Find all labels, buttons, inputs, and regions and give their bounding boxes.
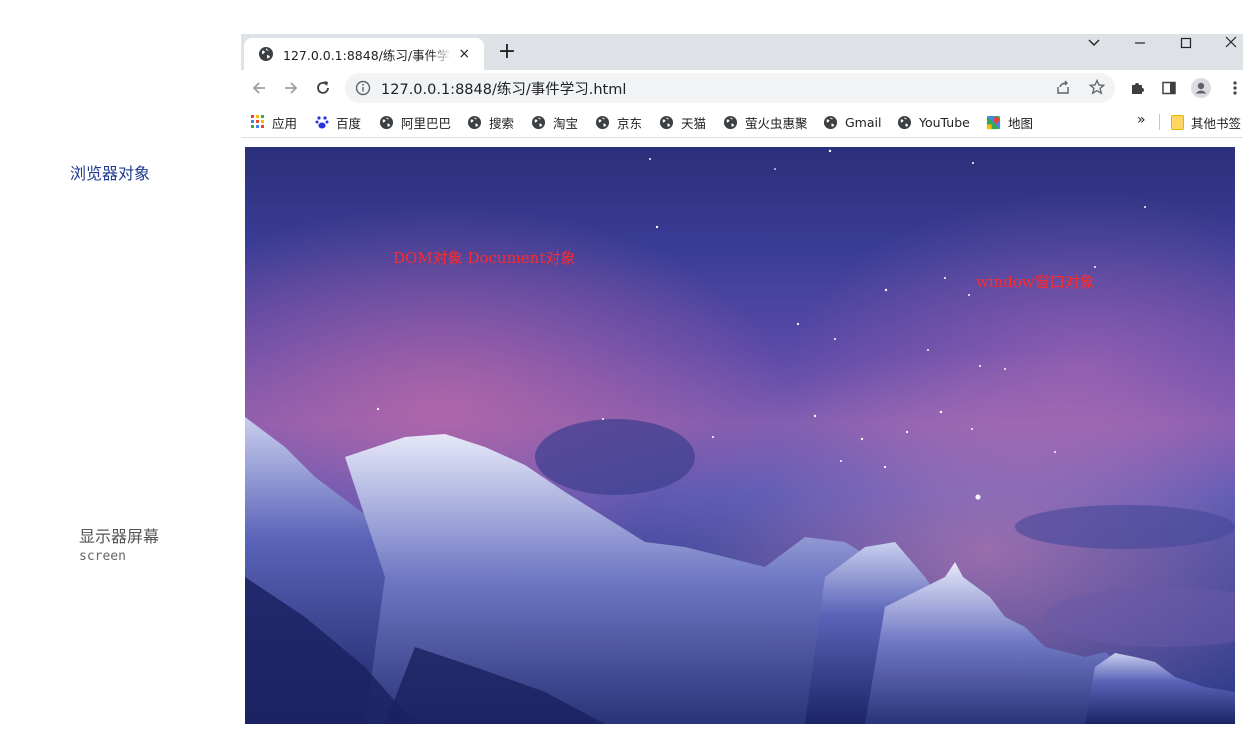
bookmark-firefly[interactable]: 萤火虫惠聚: [723, 113, 808, 131]
globe-icon: [897, 115, 912, 129]
globe-icon: [531, 115, 546, 129]
mountain-night-background: [245, 147, 1235, 724]
bookmark-label: 地图: [1008, 115, 1034, 131]
baidu-paw-icon: [315, 116, 329, 129]
profile-avatar-icon[interactable]: [1191, 78, 1211, 98]
globe-icon: [595, 115, 610, 129]
url-text[interactable]: 127.0.0.1:8848/练习/事件学习.html: [381, 78, 626, 99]
tab-strip: 127.0.0.1:8848/练习/事件学习.html × +: [241, 34, 1243, 70]
arrow-left-icon: [252, 82, 265, 94]
share-icon[interactable]: [1053, 77, 1073, 97]
toolbar: 127.0.0.1:8848/练习/事件学习.html: [241, 70, 1243, 106]
bookmark-taobao[interactable]: 淘宝: [531, 113, 578, 131]
bookmark-label: Gmail: [845, 114, 882, 130]
bookmark-label: 百度: [336, 115, 362, 131]
tab-close-icon[interactable]: ×: [455, 46, 474, 62]
forward-button[interactable]: [279, 76, 303, 100]
bookmark-baidu[interactable]: 百度: [315, 113, 361, 131]
tab-title: 127.0.0.1:8848/练习/事件学习.html: [283, 47, 451, 63]
bookmark-search[interactable]: 搜索: [467, 113, 514, 131]
apps-grid-icon: [251, 115, 264, 128]
extensions-puzzle-icon[interactable]: [1127, 78, 1147, 98]
bookmark-label: 萤火虫惠聚: [745, 115, 808, 131]
bookmark-label: 天猫: [681, 115, 707, 131]
other-bookmarks-folder[interactable]: 其他书签: [1171, 113, 1241, 131]
bookmarks-separator: [1159, 114, 1160, 130]
bookmark-label: 其他书签: [1191, 115, 1242, 131]
globe-icon: [659, 115, 674, 129]
back-button[interactable]: [247, 76, 271, 100]
bookmark-tmall[interactable]: 天猫: [659, 113, 706, 131]
dom-object-label: DOM对象 Document对象: [393, 249, 576, 267]
bookmark-label: 淘宝: [553, 115, 579, 131]
address-bar[interactable]: 127.0.0.1:8848/练习/事件学习.html: [345, 73, 1115, 103]
bookmark-gmail[interactable]: Gmail: [823, 113, 881, 131]
bookmark-jd[interactable]: 京东: [595, 113, 642, 131]
globe-icon: [259, 47, 273, 61]
bookmark-label: YouTube: [919, 114, 970, 130]
new-tab-button[interactable]: +: [494, 40, 520, 66]
window-object-label: window窗口对象: [976, 273, 1095, 291]
bookmark-star-icon[interactable]: [1087, 77, 1107, 97]
globe-icon: [823, 115, 838, 129]
globe-icon: [723, 115, 738, 129]
bookmarks-overflow-button[interactable]: »: [1137, 112, 1146, 128]
bookmark-label: 应用: [272, 115, 298, 131]
page-viewport: DOM对象 Document对象 window窗口对象: [245, 147, 1235, 724]
more-menu-icon[interactable]: [1225, 78, 1243, 98]
maximize-button[interactable]: [1171, 36, 1201, 52]
maps-icon: [986, 115, 1001, 129]
side-panel-icon[interactable]: [1159, 78, 1179, 98]
bookmark-label: 搜索: [489, 115, 515, 131]
reload-icon: [317, 81, 329, 94]
bookmark-alibaba[interactable]: 阿里巴巴: [379, 113, 451, 131]
screen-object-code: screen: [79, 549, 126, 564]
minimize-button[interactable]: [1125, 36, 1155, 52]
globe-icon: [467, 115, 482, 129]
tab-active[interactable]: 127.0.0.1:8848/练习/事件学习.html ×: [244, 38, 484, 70]
bookmark-label: 阿里巴巴: [401, 115, 452, 131]
bookmark-maps[interactable]: 地图: [986, 113, 1033, 131]
globe-icon: [379, 115, 394, 129]
browser-object-label: 浏览器对象: [70, 164, 151, 183]
arrow-right-icon: [285, 82, 298, 94]
tab-search-icon[interactable]: [1079, 36, 1109, 52]
bookmarks-bar: 应用 百度 阿里巴巴 搜索 淘宝 京东 天猫 萤火虫惠聚 Gmail YouTu…: [241, 106, 1243, 138]
reload-button[interactable]: [311, 76, 335, 100]
screen-object-title: 显示器屏幕: [79, 527, 160, 546]
folder-icon: [1171, 114, 1184, 130]
window-close-button[interactable]: [1216, 34, 1243, 50]
bookmark-label: 京东: [617, 115, 643, 131]
bookmark-apps[interactable]: 应用: [251, 113, 297, 131]
bookmark-youtube[interactable]: YouTube: [897, 113, 970, 131]
screen-object-label: 显示器屏幕 screen: [79, 527, 159, 567]
info-icon[interactable]: [355, 80, 371, 96]
browser-window: 127.0.0.1:8848/练习/事件学习.html × + 127.0.0.…: [241, 34, 1243, 732]
